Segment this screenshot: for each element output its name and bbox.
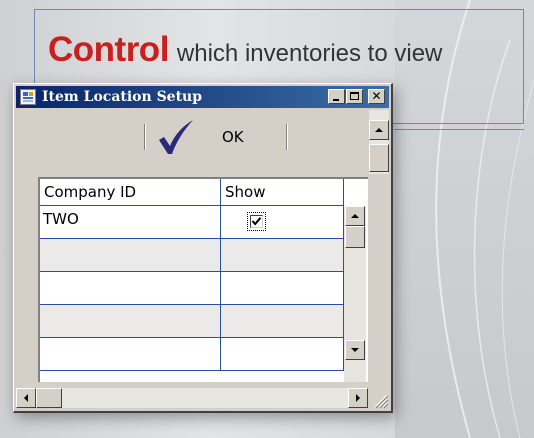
form-icon bbox=[20, 89, 36, 105]
horizontal-scroll-thumb[interactable] bbox=[36, 388, 62, 408]
maximize-icon bbox=[350, 92, 359, 100]
table-row[interactable] bbox=[40, 239, 344, 272]
company-id-cell[interactable] bbox=[40, 272, 221, 304]
headline-bold: Control bbox=[48, 30, 169, 69]
show-cell[interactable] bbox=[221, 305, 344, 337]
arrow-up-icon bbox=[375, 128, 383, 132]
arrow-right-icon bbox=[356, 394, 360, 402]
company-grid: Company ID Show TWO bbox=[38, 177, 368, 382]
arrow-left-icon bbox=[24, 394, 28, 402]
grid-scroll-thumb[interactable] bbox=[345, 226, 365, 248]
column-header-show[interactable]: Show bbox=[221, 179, 344, 206]
grid-scroll-up-button[interactable] bbox=[345, 206, 365, 226]
title-bar[interactable]: Item Location Setup ✕ bbox=[16, 86, 389, 108]
show-cell[interactable] bbox=[221, 239, 344, 271]
table-row[interactable]: TWO bbox=[40, 206, 344, 239]
arrow-down-icon bbox=[351, 348, 359, 352]
banner-divider bbox=[394, 129, 524, 130]
company-id-cell[interactable] bbox=[40, 305, 221, 337]
table-row[interactable] bbox=[40, 272, 344, 305]
toolbar-separator bbox=[286, 124, 288, 150]
ok-label: OK bbox=[222, 128, 244, 146]
show-cell[interactable] bbox=[221, 272, 344, 304]
scroll-left-button[interactable] bbox=[16, 388, 36, 408]
headline: Control which inventories to view bbox=[48, 30, 442, 70]
table-row[interactable] bbox=[40, 338, 344, 371]
column-header-company-id[interactable]: Company ID bbox=[40, 179, 221, 206]
minimize-icon bbox=[333, 99, 339, 101]
company-id-cell[interactable] bbox=[40, 338, 221, 370]
toolbar-separator bbox=[144, 124, 146, 150]
ok-button[interactable]: OK bbox=[151, 120, 281, 156]
arrow-up-icon bbox=[351, 214, 359, 218]
check-mark-icon bbox=[251, 217, 262, 226]
minimize-button[interactable] bbox=[328, 89, 345, 104]
grid-vertical-scrollbar[interactable] bbox=[344, 206, 366, 382]
show-cell[interactable] bbox=[221, 338, 344, 370]
show-checkbox[interactable] bbox=[247, 212, 266, 231]
window-title: Item Location Setup bbox=[42, 89, 203, 105]
checkmark-icon bbox=[159, 120, 193, 154]
checkbox-box bbox=[250, 215, 263, 228]
item-location-setup-window: Item Location Setup ✕ OK Company ID Show bbox=[13, 83, 393, 413]
close-button[interactable]: ✕ bbox=[368, 89, 385, 104]
scroll-right-button[interactable] bbox=[348, 388, 368, 408]
show-cell[interactable] bbox=[221, 206, 344, 238]
headline-rest: which inventories to view bbox=[176, 40, 443, 67]
close-icon: ✕ bbox=[371, 89, 382, 103]
table-row[interactable] bbox=[40, 305, 344, 338]
company-id-cell[interactable] bbox=[40, 239, 221, 271]
horizontal-scrollbar[interactable] bbox=[16, 388, 368, 408]
toolbar: OK bbox=[16, 110, 367, 162]
company-id-cell[interactable]: TWO bbox=[40, 206, 221, 238]
size-grip-icon[interactable] bbox=[369, 389, 389, 409]
grid-scroll-down-button[interactable] bbox=[345, 340, 365, 360]
maximize-button[interactable] bbox=[346, 89, 363, 104]
scroll-thumb[interactable] bbox=[369, 144, 389, 172]
form-vertical-scrollbar[interactable] bbox=[369, 110, 389, 174]
scroll-up-button[interactable] bbox=[369, 120, 389, 140]
